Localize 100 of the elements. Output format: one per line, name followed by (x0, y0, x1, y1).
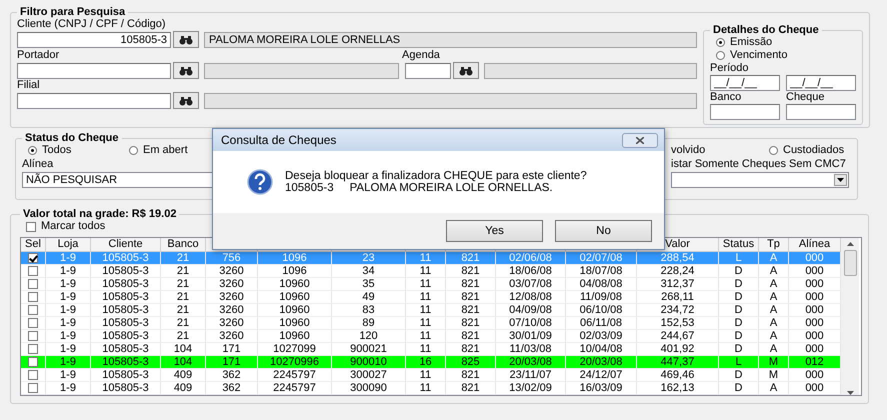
table-row[interactable]: 1-9 105805-3 21 3260 10960 89 11 821 07/10/08 06/11/08 152,53 D A 000 (21, 317, 841, 330)
lookup-button[interactable] (453, 62, 479, 79)
table-row[interactable]: 1-9 105805-3 21 3260 10960 49 11 821 12/08/08 11/09/08 268,11 D A 000 (21, 291, 841, 304)
filial-field[interactable] (17, 92, 171, 108)
scroll-thumb[interactable] (844, 250, 856, 276)
table-cell: 06/11/08 (566, 317, 637, 330)
table-cell: 21 (161, 252, 206, 265)
portador-field[interactable] (17, 62, 171, 78)
table-cell: 12/08/08 (496, 291, 566, 304)
table-cell: 1096 (258, 252, 332, 265)
scroll-up-icon[interactable] (846, 242, 854, 246)
row-checkbox[interactable] (28, 344, 38, 354)
table-cell: 1-9 (46, 278, 91, 291)
binoculars-icon (179, 96, 193, 106)
table-cell: A (759, 291, 789, 304)
table-row[interactable]: 1-9 105805-3 409 362 2245797 300027 11 821 23/11/07 24/12/07 469,46 D M 000 (21, 369, 841, 382)
row-checkbox[interactable] (28, 370, 38, 380)
row-checkbox[interactable] (28, 279, 38, 289)
table-cell: 362 (206, 382, 258, 395)
scrollbar[interactable] (841, 238, 859, 395)
table-cell: 21 (161, 330, 206, 343)
table-cell: A (759, 317, 789, 330)
table-cell: 21 (161, 317, 206, 330)
table-row[interactable]: 1-9 105805-3 21 3260 10960 35 11 821 03/07/08 04/08/08 312,37 D A 000 (21, 278, 841, 291)
table-cell: 152,53 (637, 317, 719, 330)
table-cell: 3260 (206, 317, 258, 330)
row-checkbox[interactable] (28, 305, 38, 315)
table-cell: 105805-3 (91, 369, 161, 382)
yes-button[interactable]: Yes (446, 220, 543, 242)
radio-label[interactable]: volvido (671, 144, 761, 157)
date-field[interactable]: __/__/__ (786, 75, 856, 91)
radio-option[interactable]: Vencimento (710, 49, 856, 62)
table-cell: 07/10/08 (496, 317, 566, 330)
dialog-message: Deseja bloquear a finalizadora CHEQUE para este cliente? (285, 170, 587, 182)
lookup-button[interactable] (173, 62, 199, 79)
lookup-button[interactable] (173, 31, 199, 48)
table-cell: 10960 (258, 317, 332, 330)
cmc7-dropdown[interactable] (671, 172, 849, 188)
row-checkbox[interactable] (28, 357, 38, 367)
dialog-title: Consulta de Cheques (221, 133, 336, 147)
mark-all-checkbox[interactable]: Marcar todos (20, 220, 106, 233)
row-checkbox[interactable] (28, 253, 38, 263)
bank-field[interactable] (710, 104, 780, 120)
table-cell: 1-9 (46, 382, 91, 395)
dialog-message: 105805-3 PALOMA MOREIRA LOLE ORNELLAS. (285, 182, 554, 194)
cheque-field[interactable] (786, 104, 856, 120)
table-cell: M (759, 356, 789, 369)
row-checkbox[interactable] (28, 266, 38, 276)
no-button[interactable]: No (555, 220, 652, 242)
table-cell: 120 (332, 330, 406, 343)
row-checkbox[interactable] (28, 292, 38, 302)
radio-option[interactable]: Todos (22, 144, 121, 157)
client-code-field[interactable]: 105805-3 (17, 32, 171, 48)
table-cell: 89 (332, 317, 406, 330)
table-cell: 18/06/08 (496, 265, 566, 278)
table-cell: 300027 (332, 369, 406, 382)
table-cell: 10270996 (258, 356, 332, 369)
date-field[interactable]: __/__/__ (710, 75, 780, 91)
lookup-button[interactable] (173, 92, 199, 109)
table-cell: 20/03/08 (496, 356, 566, 369)
radio-option[interactable]: Custodiados (763, 144, 844, 157)
table-cell: 3260 (206, 291, 258, 304)
close-button[interactable] (622, 132, 658, 148)
row-checkbox[interactable] (28, 331, 38, 341)
radio-option[interactable]: Emissão (710, 36, 856, 49)
table-cell: 11 (406, 330, 446, 343)
table-row[interactable]: 1-9 105805-3 21 3260 1096 34 11 821 18/06/08 18/07/08 228,24 D A 000 (21, 265, 841, 278)
alinea-dropdown[interactable]: NÃO PESQUISAR (22, 172, 214, 188)
table-cell: 821 (446, 317, 496, 330)
table-cell: A (759, 278, 789, 291)
table-cell: 10960 (258, 291, 332, 304)
field-label: Portador (17, 49, 60, 62)
radio-option[interactable]: Em abert (123, 144, 222, 157)
scroll-down-icon[interactable] (846, 391, 854, 395)
table-cell: 821 (446, 291, 496, 304)
table-cell: 105805-3 (91, 356, 161, 369)
table-cell: 1-9 (46, 265, 91, 278)
table-cell: 20/03/08 (566, 356, 637, 369)
table-cell: 300090 (332, 382, 406, 395)
table-cell: 35 (332, 278, 406, 291)
group-title: Detalhes do Cheque (712, 24, 820, 36)
table-cell: 13/02/09 (496, 382, 566, 395)
table-cell: 228,24 (637, 265, 719, 278)
table-cell: 16/03/09 (566, 382, 637, 395)
table-cell: 3260 (206, 265, 258, 278)
table-cell: 2245797 (258, 369, 332, 382)
table-cell: 162,13 (637, 382, 719, 395)
table-cell: 21 (161, 291, 206, 304)
binoculars-icon (179, 34, 193, 44)
table-row[interactable]: 1-9 105805-3 21 3260 10960 120 11 821 30/01/09 02/03/09 244,67 D A 000 (21, 330, 841, 343)
agenda-field[interactable] (405, 62, 451, 78)
row-checkbox[interactable] (28, 318, 38, 328)
table-row[interactable]: 1-9 105805-3 21 3260 10960 83 11 821 04/09/08 06/10/08 234,72 D A 000 (21, 304, 841, 317)
table-cell: 105805-3 (91, 317, 161, 330)
close-icon (636, 136, 644, 144)
table-row[interactable]: 1-9 105805-3 409 362 2245797 300090 11 821 13/02/09 16/03/09 162,13 D A 000 (21, 382, 841, 395)
table-row[interactable]: 1-9 105805-3 104 171 10270996 900010 16 825 20/03/08 20/03/08 447,37 L M 012 (21, 356, 841, 369)
table-cell: 11 (406, 369, 446, 382)
table-cell: 03/07/08 (496, 278, 566, 291)
row-checkbox[interactable] (28, 383, 38, 393)
